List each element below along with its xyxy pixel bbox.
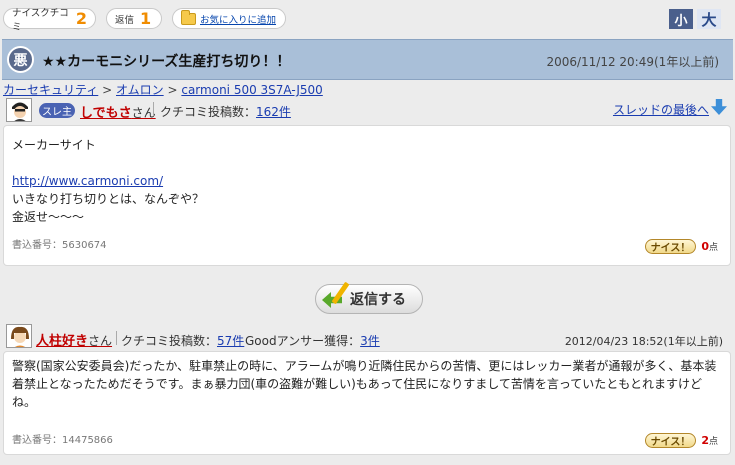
breadcrumb-item-category[interactable]: カーセキュリティ [3,83,98,97]
post-number: 書込番号：5630674 [12,240,107,251]
post-count-label: クチコミ投稿数： [160,105,257,119]
post-line: メーカーサイト [12,138,96,152]
thread-title: ★★カーモニシリーズ生産打ち切り！！ [42,54,291,70]
maker-site-link[interactable]: http://www.carmoni.com/ [12,174,163,188]
author-name[interactable]: 人柱好き [36,334,88,349]
author-honorific: さん [88,334,113,348]
post-line: 金返せ〜〜〜 [12,210,85,224]
post-number: 書込番号：14475866 [12,435,113,446]
avatar [6,98,32,122]
reply-count-pill: 返信 1 [106,8,162,29]
post-count: クチコミ投稿数：57件 [121,332,244,349]
bad-badge-icon: 悪 [7,46,34,73]
post-card: 警察(国家公安委員会)だったか、駐車禁止の時に、アラームが鳴り近隣住民からの苦情… [3,351,731,455]
author-name-link[interactable]: しでもささん [80,102,156,121]
nice-kuchikomi-count: 2 [75,8,87,28]
author-name-link[interactable]: 人柱好きさん [36,330,112,349]
nice-area: ナイス！ 0点 [644,239,718,254]
post-card: メーカーサイト http://www.carmoni.com/ いきなり打ち切り… [3,125,731,266]
nice-count-value: 2 [701,434,709,447]
font-size-large-button[interactable]: 大 [697,9,721,29]
good-answer-count: Goodアンサー獲得：3件 [245,332,380,349]
top-toolbar: ナイスクチコミ 2 返信 1 お気に入りに追加 小 大 [0,0,735,38]
post-date: 2012/04/23 18:52(1年以上前) [564,335,723,348]
post-line: いきなり打ち切りとは、なんぞや？ [12,192,205,206]
post-count: クチコミ投稿数：162件 [160,103,291,120]
folder-icon [181,9,196,25]
author-name[interactable]: しでもさ [80,106,132,121]
nice-button[interactable]: ナイス！ [644,239,697,254]
reply-button[interactable]: 返信する [315,281,423,314]
reply-count-label: 返信 [115,14,135,26]
add-favorite-button[interactable]: お気に入りに追加 [172,8,286,29]
thread-date: 2006/11/12 20:49(1年以上前) [546,55,719,69]
good-answer-link[interactable]: 3件 [360,334,380,348]
nice-count-unit: 点 [708,243,718,253]
post-body: 警察(国家公安委員会)だったか、駐車禁止の時に、アラームが鳴り近隣住民からの苦情… [12,359,717,409]
reply-button-label[interactable]: 返信する [350,289,406,309]
nice-count-unit: 点 [708,437,718,447]
nice-count: 0点 [701,240,718,253]
post-author-row: スレ主 しでもささん クチコミ投稿数：162件 スレッドの最後へ [3,98,733,122]
nice-kuchikomi-label: ナイスクチコミ [12,7,69,33]
thread-starter-badge: スレ主 [39,103,75,118]
breadcrumb-separator: > [167,83,178,97]
post-author-row: 人柱好きさん クチコミ投稿数：57件 Goodアンサー獲得：3件 2012/04… [3,324,733,350]
nice-kuchikomi-pill: ナイスクチコミ 2 [3,8,96,33]
nice-button[interactable]: ナイス！ [644,433,697,448]
thread-header: 悪 ★★カーモニシリーズ生産打ち切り！！ 2006/11/12 20:49(1年… [2,39,733,80]
divider [116,331,117,345]
breadcrumb-separator: > [102,83,113,97]
post-count-label: クチコミ投稿数： [121,334,218,348]
post-body: メーカーサイト http://www.carmoni.com/ いきなり打ち切り… [12,136,204,226]
nice-area: ナイス！ 2点 [644,433,718,448]
good-answer-label: Goodアンサー獲得： [245,334,361,348]
post-count-link[interactable]: 57件 [217,334,244,348]
arrow-down-icon[interactable] [711,99,727,115]
breadcrumb-item-maker[interactable]: オムロン [116,83,164,97]
divider [153,102,154,116]
breadcrumb: カーセキュリティ > オムロン > carmoni 500 3S7A-J500 [3,81,323,98]
font-size-small-button[interactable]: 小 [669,9,693,29]
nice-count-value: 0 [701,240,709,253]
nice-count: 2点 [701,434,718,447]
breadcrumb-item-product[interactable]: carmoni 500 3S7A-J500 [181,83,322,97]
avatar [6,324,32,348]
reply-count: 1 [140,8,152,28]
add-favorite-label[interactable]: お気に入りに追加 [200,12,276,26]
post-count-link[interactable]: 162件 [256,105,291,119]
thread-last-link[interactable]: スレッドの最後へ [613,101,709,118]
